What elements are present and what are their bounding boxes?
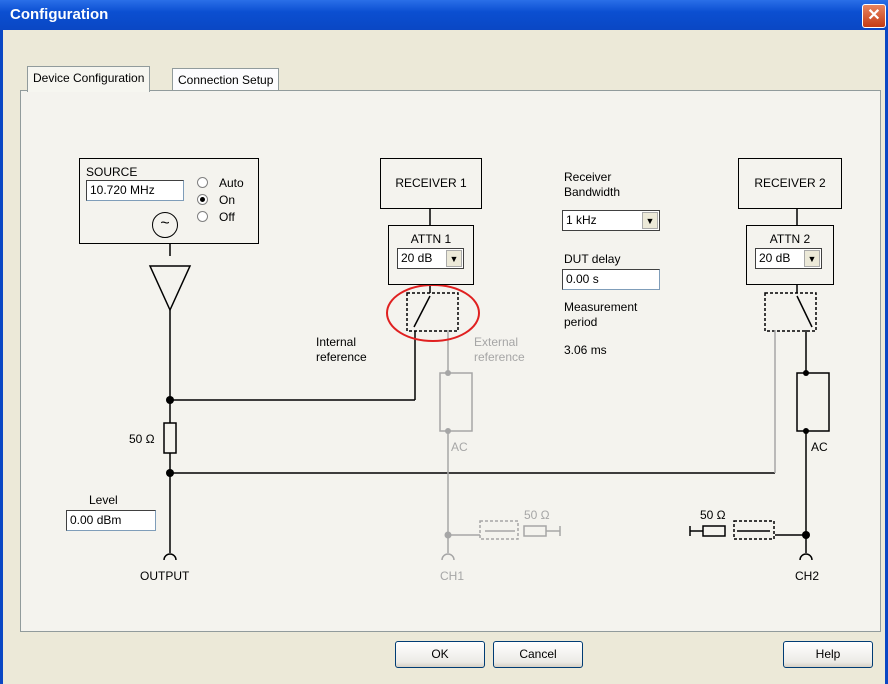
ch2-label: CH2 [795, 569, 820, 583]
external-reference-label-1: External [474, 335, 519, 349]
chevron-down-icon: ▼ [804, 250, 820, 267]
receiver-2-box: RECEIVER 2 [738, 158, 842, 209]
attn-2-label: ATTN 2 [769, 232, 811, 246]
dut-delay-label: DUT delay [564, 252, 621, 266]
bandwidth-value: 1 kHz [566, 213, 597, 227]
radio-on[interactable] [197, 194, 208, 205]
radio-auto-label: Auto [219, 176, 244, 190]
output-resistor-label: 50 Ω [129, 432, 155, 446]
chevron-down-icon: ▼ [642, 212, 658, 229]
bandwidth-label-1: Receiver [564, 170, 612, 184]
dut-delay-input[interactable]: 0.00 s [562, 269, 660, 290]
measurement-label-1: Measurement [564, 300, 638, 314]
help-button[interactable]: Help [783, 641, 873, 668]
radio-auto[interactable] [197, 177, 208, 188]
radio-off-label: Off [219, 210, 235, 224]
attn-1-box: ATTN 1 20 dB ▼ [388, 225, 474, 285]
ch1-label: CH1 [440, 569, 465, 583]
ok-button[interactable]: OK [395, 641, 485, 668]
attn-1-value: 20 dB [401, 251, 433, 265]
source-title: SOURCE [86, 165, 138, 179]
radio-on-label: On [219, 193, 236, 207]
bandwidth-label-2: Bandwidth [564, 185, 621, 199]
output-label: OUTPUT [140, 569, 190, 583]
ch2-ac-label: AC [811, 440, 828, 454]
receiver-1-box: RECEIVER 1 [380, 158, 482, 209]
radio-off[interactable] [197, 211, 208, 222]
attn-1-select[interactable]: 20 dB ▼ [397, 248, 464, 269]
level-input[interactable]: 0.00 dBm [66, 510, 156, 531]
ch1-ac-label: AC [451, 440, 468, 454]
measurement-label-2: period [564, 315, 598, 329]
ch1-resistor-label: 50 Ω [524, 508, 550, 522]
attn-2-value: 20 dB [759, 251, 791, 265]
external-reference-label-2: reference [474, 350, 525, 364]
measurement-value: 3.06 ms [564, 343, 607, 357]
internal-reference-label-1: Internal [316, 335, 357, 349]
cancel-button[interactable]: Cancel [493, 641, 583, 668]
tab-device-configuration[interactable]: Device Configuration [27, 66, 151, 92]
attn-2-select[interactable]: 20 dB ▼ [755, 248, 822, 269]
internal-reference-label-2: reference [316, 350, 367, 364]
ch2-resistor-label: 50 Ω [700, 508, 726, 522]
sine-wave-icon: ~ [152, 212, 178, 238]
bandwidth-select[interactable]: 1 kHz ▼ [562, 210, 660, 231]
attn-2-box: ATTN 2 20 dB ▼ [746, 225, 834, 285]
chevron-down-icon: ▼ [446, 250, 462, 267]
attn-1-label: ATTN 1 [410, 232, 452, 246]
frequency-input[interactable]: 10.720 MHz [86, 180, 184, 201]
level-label: Level [89, 493, 118, 507]
